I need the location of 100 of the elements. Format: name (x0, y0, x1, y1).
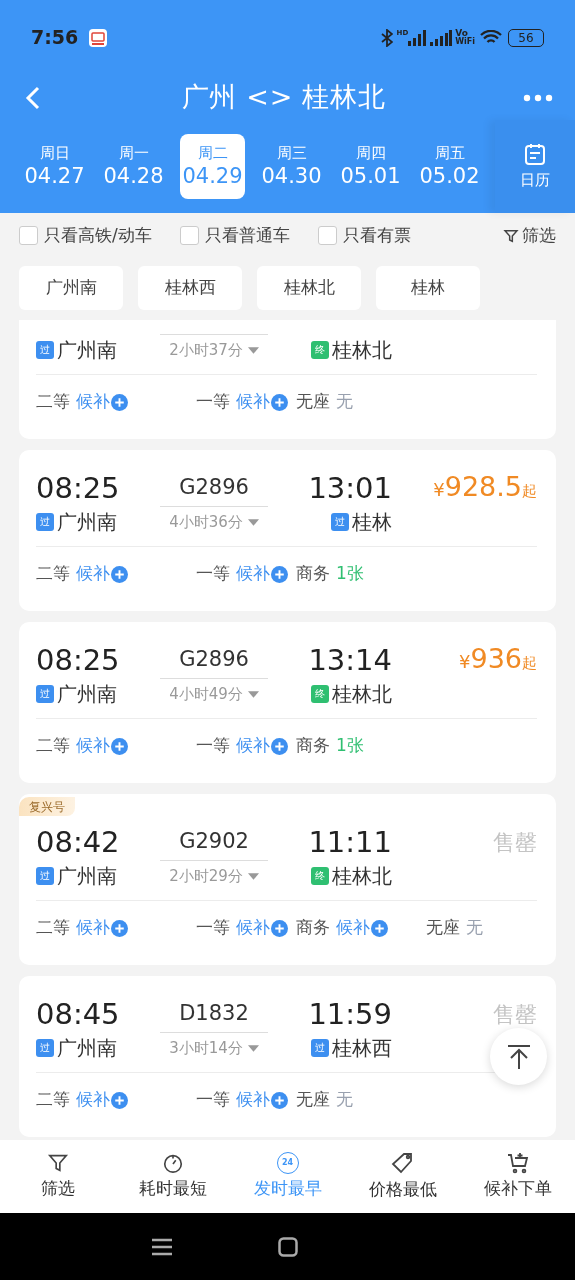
filter-icon (503, 227, 519, 244)
seat-status[interactable]: 候补 (236, 915, 270, 941)
station-badge: 终 (311, 685, 329, 703)
seat-status[interactable]: 候补 (236, 1087, 270, 1113)
seat-status[interactable]: 候补 (236, 733, 270, 759)
seat-status: 无 (466, 916, 483, 940)
seat-status[interactable]: 候补 (76, 561, 110, 587)
seat-class: 二等 (36, 734, 70, 758)
vo-label: Vo (455, 29, 469, 38)
price-currency: ¥ (459, 651, 471, 674)
plus-icon[interactable] (111, 393, 128, 411)
departure-time: 08:25 (36, 473, 121, 503)
checkbox[interactable] (317, 226, 337, 245)
seat-status: 1张 (336, 734, 364, 758)
duration-dropdown[interactable]: 4小时49分 (169, 683, 259, 706)
seat-status: 无 (336, 390, 353, 414)
date-tab[interactable]: 周日 04.27 (22, 134, 87, 199)
departure-station: 广州南 (57, 863, 117, 890)
plus-icon[interactable] (111, 1091, 128, 1109)
train-number: G2896 (179, 474, 249, 502)
arrival-time: 13:01 (307, 473, 392, 503)
sort-tab[interactable]: 价格最低 (345, 1150, 460, 1203)
seat-status: 无 (336, 1088, 353, 1112)
plus-icon[interactable] (111, 919, 128, 937)
caret-icon (247, 691, 259, 698)
price-suffix: 起 (522, 482, 537, 502)
date-tab[interactable]: 周五 05.02 (417, 134, 482, 199)
train-card[interactable]: 过 广州南 2小时37分 终 桂林北 二等 候补 一等 候补 无座 无 (19, 320, 556, 439)
seat-status[interactable]: 候补 (236, 561, 270, 587)
checkbox[interactable] (19, 226, 38, 245)
price-amount: 936 (470, 645, 522, 672)
menu-icon[interactable] (151, 1237, 173, 1256)
sort-tab[interactable]: 筛选 (0, 1151, 115, 1202)
station-badge: 过 (36, 867, 54, 885)
plus-icon[interactable] (371, 919, 388, 937)
station-chip[interactable]: 桂林北 (257, 266, 361, 310)
seat-class: 一等 (196, 562, 230, 586)
arrival-station: 桂林 (352, 509, 392, 536)
filter-button[interactable]: 筛选 (503, 222, 556, 249)
train-card[interactable]: 复兴号 08:42 G2902 11:11 售罄 过 广州南 2小时29分 终 桂林北 二等 候补 一等 候补 商务 候补 无座 无 (19, 794, 556, 965)
filter-label: 只看有票 (342, 223, 411, 247)
departure-station: 广州南 (57, 337, 117, 364)
station-badge: 过 (36, 685, 54, 703)
more-icon[interactable] (523, 93, 553, 102)
seat-status[interactable]: 候补 (76, 915, 110, 941)
plus-icon[interactable] (271, 919, 288, 937)
plus-icon[interactable] (271, 565, 288, 583)
departure-station: 广州南 (57, 509, 117, 536)
date-tab[interactable]: 周四 05.01 (338, 134, 403, 199)
duration-dropdown[interactable]: 2小时29分 (169, 865, 259, 888)
calendar-button[interactable]: 日历 (495, 120, 575, 213)
route-title: 广州 <> 桂林北 (180, 80, 387, 115)
arrival-time: 13:14 (307, 645, 392, 675)
signal-icon (430, 29, 453, 46)
train-number: G2896 (179, 646, 249, 674)
seat-status[interactable]: 候补 (76, 1087, 110, 1113)
sort-tab[interactable]: 24 发时最早 (230, 1151, 345, 1202)
sold-out-label: 售罄 (493, 1000, 537, 1029)
seat-status[interactable]: 候补 (236, 389, 270, 415)
plus-icon[interactable] (271, 1091, 288, 1109)
seat-status[interactable]: 候补 (76, 389, 110, 415)
sort-tab[interactable]: 候补下单 (460, 1151, 575, 1202)
station-chip[interactable]: 桂林西 (138, 266, 242, 310)
home-icon[interactable] (278, 1236, 298, 1257)
date-tab[interactable]: 周二 04.29 (180, 134, 245, 199)
duration-dropdown[interactable]: 3小时14分 (169, 1037, 259, 1060)
arrival-station: 桂林北 (332, 863, 392, 890)
plus-icon[interactable] (271, 737, 288, 755)
duration-dropdown[interactable]: 2小时37分 (169, 339, 259, 362)
calendar-icon (523, 141, 547, 166)
seat-class: 二等 (36, 916, 70, 940)
calendar-label: 日历 (520, 169, 550, 191)
price-suffix: 起 (522, 654, 537, 674)
date-tab[interactable]: 周三 04.30 (259, 134, 324, 199)
filter-label: 只看普通车 (204, 223, 290, 247)
seat-status[interactable]: 候补 (336, 915, 370, 941)
duration-dropdown[interactable]: 4小时36分 (169, 511, 259, 534)
seat-status[interactable]: 候补 (76, 733, 110, 759)
seat-class: 二等 (36, 1088, 70, 1112)
plus-icon[interactable] (111, 565, 128, 583)
plus-icon[interactable] (271, 393, 288, 411)
train-card[interactable]: 08:25 G2896 13:01 ¥928.5起 过 广州南 4小时36分 过 桂林 二等 候补 一等 候补 商务 1张 (19, 450, 556, 611)
seat-class: 商务 (296, 734, 330, 758)
seat-class: 无座 (296, 390, 330, 414)
app-notification-icon (88, 27, 109, 48)
train-card[interactable]: 08:45 D1832 11:59 售罄 过 广州南 3小时14分 过 桂林西 二等 候补 一等 候补 无座 无 (19, 976, 556, 1137)
checkbox[interactable] (179, 226, 199, 245)
departure-time: 08:42 (36, 827, 121, 857)
station-badge: 终 (311, 867, 329, 885)
train-card[interactable]: 08:25 G2896 13:14 ¥936起 过 广州南 4小时49分 终 桂林北 二等 候补 一等 候补 商务 1张 (19, 622, 556, 783)
seat-class: 一等 (196, 1088, 230, 1112)
price-amount: 928.5 (444, 473, 522, 500)
date-tab[interactable]: 周一 04.28 (101, 134, 166, 199)
station-badge: 过 (36, 1039, 54, 1057)
station-chip[interactable]: 广州南 (19, 266, 123, 310)
station-chip[interactable]: 桂林 (376, 266, 480, 310)
sort-tab[interactable]: 耗时最短 (115, 1151, 230, 1202)
plus-icon[interactable] (111, 737, 128, 755)
price-currency: ¥ (433, 478, 445, 502)
arrival-station: 桂林北 (332, 337, 392, 364)
